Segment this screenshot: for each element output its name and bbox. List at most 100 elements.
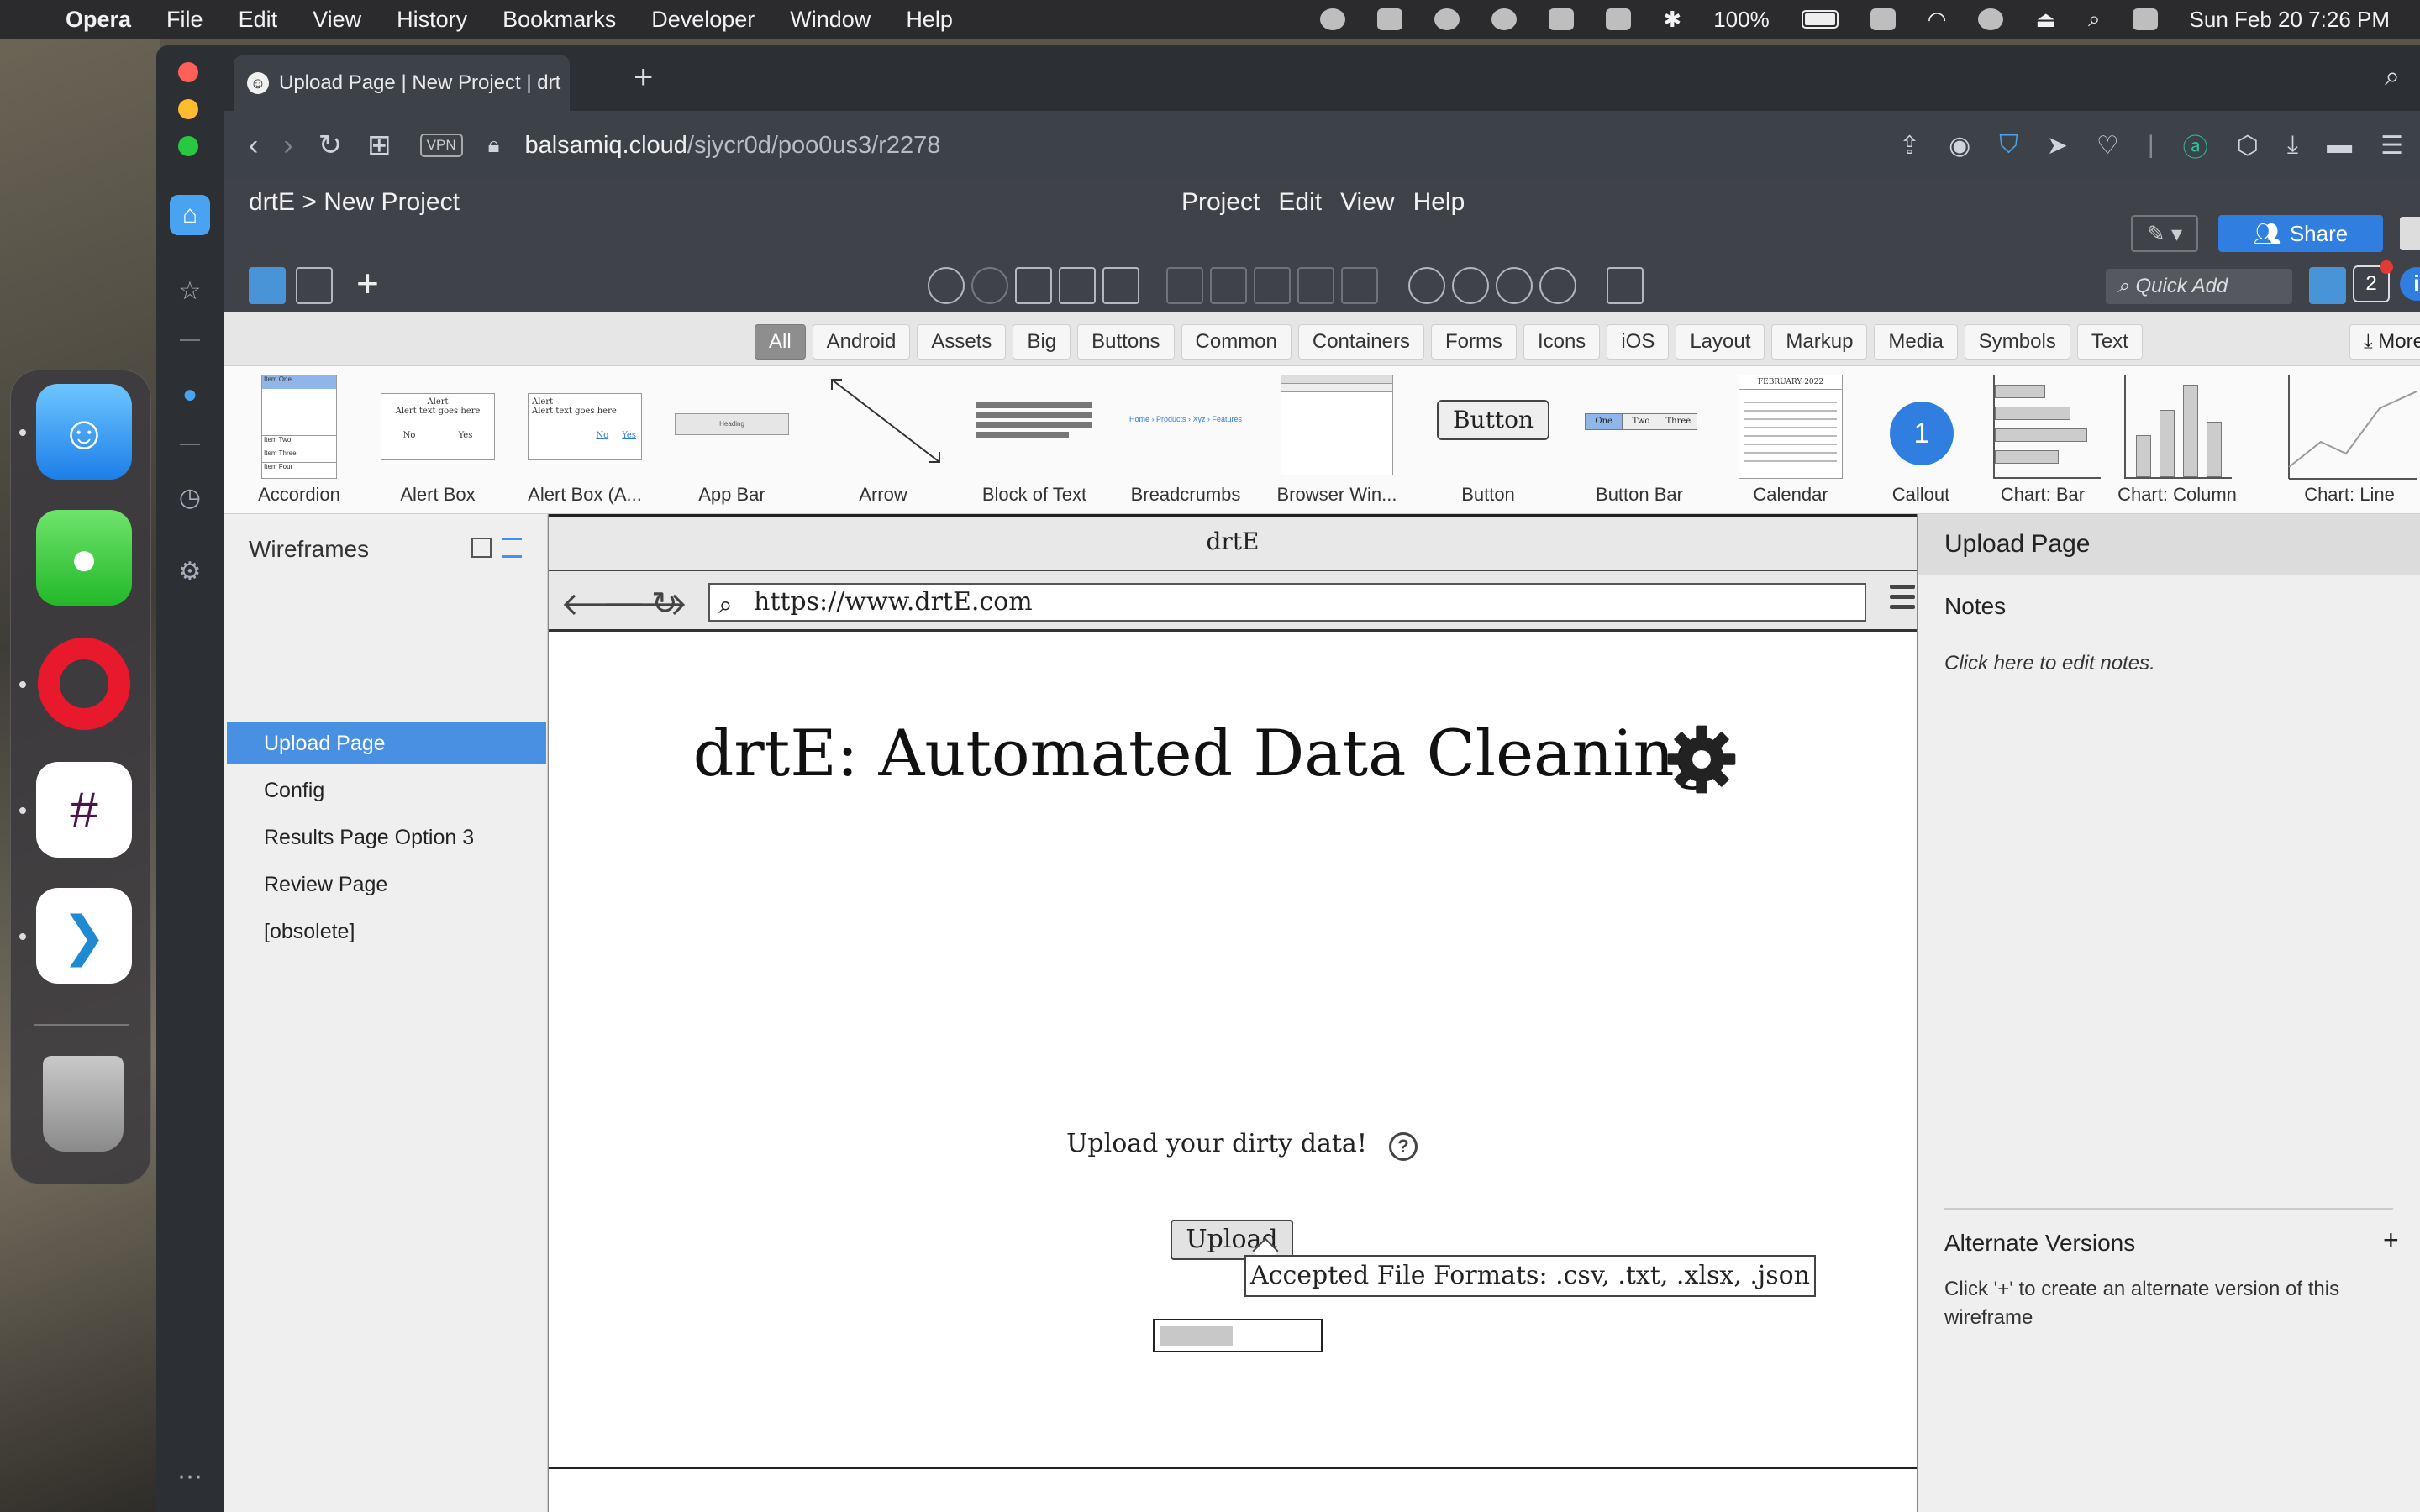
tabs-grid-icon[interactable]: ⊞ [367,129,392,162]
wireframe-canvas[interactable]: drtE 🡐 🡒 ↻ ⌕ https://www.drtE.com drtE: … [548,514,1918,1512]
filter-ios[interactable]: iOS [1607,324,1670,360]
menu-developer[interactable]: Developer [651,7,755,33]
trash-icon[interactable] [43,1056,124,1152]
library-item-chart-column[interactable]: Chart: Column [2106,366,2249,513]
library-item-chart-bar[interactable]: Chart: Bar [1980,366,2106,513]
lock-element-icon[interactable] [1341,267,1378,304]
ui-library-icon[interactable] [2309,267,2346,304]
settings-gear-icon[interactable]: ⚙ [170,551,210,591]
keyboard-icon[interactable] [1870,8,1896,30]
wireframe-item-upload-page[interactable]: Upload Page [227,722,546,764]
reload-icon[interactable]: ↻ [318,129,343,162]
edit-mode-pencil-icon[interactable]: ✎ ▾ [2131,215,2198,252]
close-window-button[interactable] [178,62,198,82]
filter-text[interactable]: Text [2076,324,2143,360]
wireframe-item-config[interactable]: Config [227,769,546,811]
eject-icon[interactable]: ⏏ [2035,7,2056,33]
control-center-icon[interactable] [2132,8,2158,30]
filter-markup[interactable]: Markup [1771,324,1868,360]
script-icon[interactable] [1606,8,1632,30]
menu-window[interactable]: Window [790,7,871,33]
group-icon[interactable] [1166,267,1203,304]
grid-view-icon[interactable] [296,267,333,304]
menu-app-help[interactable]: Help [1413,188,1465,217]
wireframe-item-results-page[interactable]: Results Page Option 3 [227,816,546,858]
filter-buttons[interactable]: Buttons [1077,324,1175,360]
vscode-icon[interactable]: ❯ [36,888,132,984]
duplicate-icon[interactable] [1059,267,1096,304]
menu-bookmarks[interactable]: Bookmarks [502,7,616,33]
edit-notes-link[interactable]: Click here to edit notes. [1944,652,2155,675]
twitter-icon[interactable]: ● [170,375,210,415]
filter-all[interactable]: All [755,324,806,360]
library-item-arrow[interactable]: Arrow [812,366,955,513]
more-controls-button[interactable]: ⤓ More Controls... [2349,324,2420,360]
filter-containers[interactable]: Containers [1297,324,1424,360]
library-item-button[interactable]: Button Button [1417,366,1560,513]
menu-help[interactable]: Help [906,7,953,33]
menu-file[interactable]: File [166,7,203,33]
menu-view[interactable]: View [313,7,361,33]
share-page-icon[interactable]: ⇪ [1899,131,1920,160]
library-item-browser-window[interactable]: Browser Win... [1265,366,1408,513]
filter-forms[interactable]: Forms [1430,324,1517,360]
coffee-icon[interactable] [1549,8,1575,30]
battery-icon[interactable] [1801,10,1839,29]
filter-android[interactable]: Android [812,324,911,360]
mock-reload-icon[interactable]: ↻ [651,585,678,622]
library-item-button-bar[interactable]: One Two Three Button Bar [1568,366,1711,513]
add-alternate-version-button[interactable]: + [2383,1225,2399,1256]
menu-edit[interactable]: Edit [239,7,278,33]
properties-title[interactable]: Upload Page [1918,514,2420,575]
filter-icons[interactable]: Icons [1523,324,1601,360]
messages-icon[interactable]: ● [36,510,132,606]
avatar[interactable] [2400,217,2420,250]
wifi-icon[interactable]: ◠ [1928,7,1947,33]
library-item-breadcrumbs[interactable]: Home › Products › Xyz › Features Breadcr… [1114,366,1257,513]
finder-icon[interactable]: ☺ [36,384,132,480]
camera-icon[interactable]: ◉ [1949,131,1970,160]
zoom-actual-icon[interactable] [1496,267,1533,304]
extension-a-icon[interactable]: ⓐ [2183,127,2208,164]
menu-clock[interactable]: Sun Feb 20 7:26 PM [2190,7,2390,33]
delete-clipboard-icon[interactable] [1607,267,1644,304]
zoom-fit-icon[interactable] [1539,267,1576,304]
zoom-in-icon[interactable] [1452,267,1489,304]
filter-media[interactable]: Media [1874,324,1958,360]
menu-history[interactable]: History [397,7,467,33]
list-view-icon[interactable] [502,538,522,558]
help-question-icon[interactable]: ? [1389,1132,1418,1161]
minimize-window-button[interactable] [178,99,198,119]
back-arrow-icon[interactable]: ‹ [249,129,258,162]
filter-assets[interactable]: Assets [917,324,1007,360]
globe-icon[interactable] [1491,8,1518,30]
menu-project[interactable]: Project [1181,188,1260,217]
spotlight-search-icon[interactable]: ⌕ [2088,6,2101,33]
wireframe-item-obsolete[interactable]: [obsolete] [227,911,546,953]
library-item-app-bar[interactable]: Heading App Bar [660,366,803,513]
menu-app-view[interactable]: View [1340,188,1394,217]
filter-common[interactable]: Common [1181,324,1292,360]
settings-gear-icon-mock[interactable] [1666,724,1737,795]
library-item-alert-box-a[interactable]: Alert Alert text goes here No Yes Alert … [513,366,656,513]
zoom-out-icon[interactable] [1408,267,1445,304]
mock-hamburger-menu-icon[interactable] [1890,585,1915,615]
library-item-block-of-text[interactable]: Block of Text [963,366,1106,513]
copy-icon[interactable] [1015,267,1052,304]
library-item-calendar[interactable]: FEBRUARY 2022 Calendar [1719,366,1862,513]
ungroup-icon[interactable] [1210,267,1247,304]
battery-saver-icon[interactable]: ▬ [2327,131,2352,160]
single-view-icon[interactable] [249,267,286,304]
menu-app-name[interactable]: Opera [66,7,131,33]
active-tab[interactable]: ☺ Upload Page | New Project | drt [234,55,570,111]
mock-url-field[interactable]: ⌕ https://www.drtE.com [708,583,1866,622]
send-icon[interactable]: ➤ [2047,131,2068,160]
filter-layout[interactable]: Layout [1676,324,1765,360]
user-icon[interactable] [1978,8,2004,30]
notification-bell-icon[interactable] [1320,8,1346,30]
star-icon[interactable]: ☆ [170,270,210,311]
filter-big[interactable]: Big [1013,324,1071,360]
dropbox-icon[interactable] [1377,8,1403,30]
library-item-callout[interactable]: 1 Callout [1866,366,1975,513]
filter-symbols[interactable]: Symbols [1964,324,2070,360]
